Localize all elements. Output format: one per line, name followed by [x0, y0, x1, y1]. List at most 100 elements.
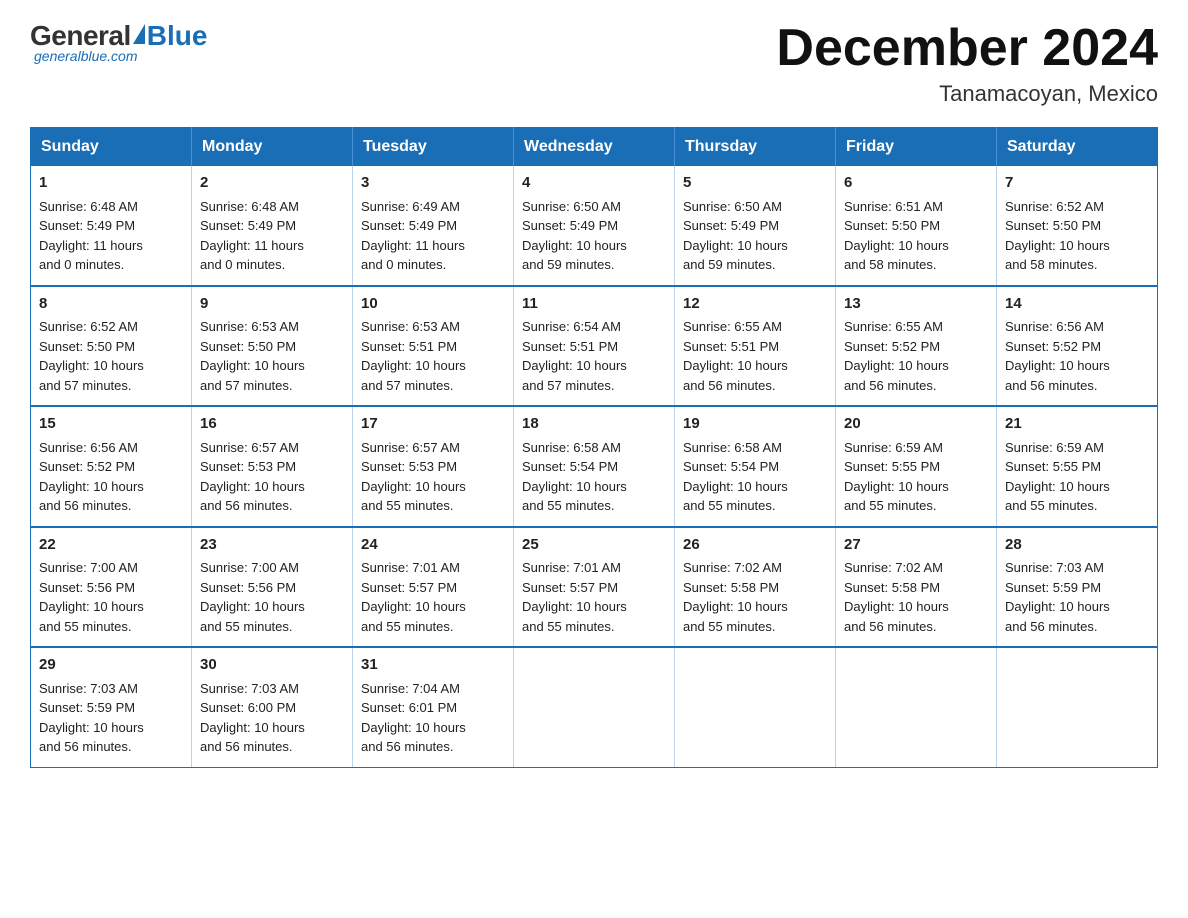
- page-header: General Blue generalblue.com December 20…: [30, 20, 1158, 107]
- calendar-cell: 1 Sunrise: 6:48 AMSunset: 5:49 PMDaylight…: [31, 166, 192, 286]
- day-number: 8: [39, 293, 183, 316]
- day-info: Sunrise: 7:02 AMSunset: 5:58 PMDaylight:…: [844, 560, 949, 634]
- day-info: Sunrise: 6:57 AMSunset: 5:53 PMDaylight:…: [361, 440, 466, 514]
- location-title: Tanamacoyan, Mexico: [776, 81, 1158, 107]
- header-friday: Friday: [836, 128, 997, 167]
- month-title: December 2024: [776, 20, 1158, 77]
- day-info: Sunrise: 6:54 AMSunset: 5:51 PMDaylight:…: [522, 319, 627, 393]
- day-number: 2: [200, 172, 344, 195]
- day-number: 14: [1005, 293, 1149, 316]
- day-info: Sunrise: 7:03 AMSunset: 6:00 PMDaylight:…: [200, 681, 305, 755]
- calendar-cell: 11 Sunrise: 6:54 AMSunset: 5:51 PMDayligh…: [514, 286, 675, 407]
- calendar-cell: [514, 647, 675, 767]
- calendar-cell: 6Sunrise: 6:51 AMSunset: 5:50 PMDaylight…: [836, 166, 997, 286]
- day-info: Sunrise: 6:52 AMSunset: 5:50 PMDaylight:…: [39, 319, 144, 393]
- calendar-cell: 21Sunrise: 6:59 AMSunset: 5:55 PMDayligh…: [997, 406, 1158, 527]
- day-info: Sunrise: 7:01 AMSunset: 5:57 PMDaylight:…: [361, 560, 466, 634]
- day-number: 4: [522, 172, 666, 195]
- calendar-cell: 9 Sunrise: 6:53 AMSunset: 5:50 PMDaylight…: [192, 286, 353, 407]
- header-thursday: Thursday: [675, 128, 836, 167]
- day-info: Sunrise: 7:04 AMSunset: 6:01 PMDaylight:…: [361, 681, 466, 755]
- day-info: Sunrise: 6:53 AMSunset: 5:50 PMDaylight:…: [200, 319, 305, 393]
- day-number: 1: [39, 172, 183, 195]
- header-tuesday: Tuesday: [353, 128, 514, 167]
- calendar-cell: 19 Sunrise: 6:58 AMSunset: 5:54 PMDayligh…: [675, 406, 836, 527]
- logo: General Blue generalblue.com: [30, 20, 207, 64]
- day-info: Sunrise: 6:48 AMSunset: 5:49 PMDaylight:…: [200, 199, 304, 273]
- calendar-cell: 15Sunrise: 6:56 AMSunset: 5:52 PMDayligh…: [31, 406, 192, 527]
- header-saturday: Saturday: [997, 128, 1158, 167]
- calendar-cell: 20 Sunrise: 6:59 AMSunset: 5:55 PMDayligh…: [836, 406, 997, 527]
- day-number: 16: [200, 413, 344, 436]
- calendar-week-row: 22Sunrise: 7:00 AMSunset: 5:56 PMDayligh…: [31, 527, 1158, 648]
- logo-blue-text: Blue: [147, 20, 208, 52]
- day-number: 9: [200, 293, 344, 316]
- day-number: 31: [361, 654, 505, 677]
- day-number: 26: [683, 534, 827, 557]
- day-info: Sunrise: 6:53 AMSunset: 5:51 PMDaylight:…: [361, 319, 466, 393]
- calendar-cell: 24 Sunrise: 7:01 AMSunset: 5:57 PMDayligh…: [353, 527, 514, 648]
- calendar-cell: 22Sunrise: 7:00 AMSunset: 5:56 PMDayligh…: [31, 527, 192, 648]
- title-block: December 2024 Tanamacoyan, Mexico: [776, 20, 1158, 107]
- day-info: Sunrise: 6:49 AMSunset: 5:49 PMDaylight:…: [361, 199, 465, 273]
- day-info: Sunrise: 6:48 AMSunset: 5:49 PMDaylight:…: [39, 199, 143, 273]
- day-number: 3: [361, 172, 505, 195]
- day-number: 21: [1005, 413, 1149, 436]
- day-info: Sunrise: 6:58 AMSunset: 5:54 PMDaylight:…: [683, 440, 788, 514]
- calendar-cell: 5Sunrise: 6:50 AMSunset: 5:49 PMDaylight…: [675, 166, 836, 286]
- day-number: 6: [844, 172, 988, 195]
- day-info: Sunrise: 7:03 AMSunset: 5:59 PMDaylight:…: [39, 681, 144, 755]
- calendar-cell: 27 Sunrise: 7:02 AMSunset: 5:58 PMDayligh…: [836, 527, 997, 648]
- day-number: 19: [683, 413, 827, 436]
- calendar-cell: [836, 647, 997, 767]
- day-info: Sunrise: 7:03 AMSunset: 5:59 PMDaylight:…: [1005, 560, 1110, 634]
- day-number: 30: [200, 654, 344, 677]
- header-sunday: Sunday: [31, 128, 192, 167]
- calendar-cell: 18 Sunrise: 6:58 AMSunset: 5:54 PMDayligh…: [514, 406, 675, 527]
- day-number: 20: [844, 413, 988, 436]
- day-info: Sunrise: 6:52 AMSunset: 5:50 PMDaylight:…: [1005, 199, 1110, 273]
- calendar-cell: 16 Sunrise: 6:57 AMSunset: 5:53 PMDayligh…: [192, 406, 353, 527]
- day-info: Sunrise: 6:59 AMSunset: 5:55 PMDaylight:…: [844, 440, 949, 514]
- day-info: Sunrise: 6:57 AMSunset: 5:53 PMDaylight:…: [200, 440, 305, 514]
- day-info: Sunrise: 7:01 AMSunset: 5:57 PMDaylight:…: [522, 560, 627, 634]
- day-info: Sunrise: 6:56 AMSunset: 5:52 PMDaylight:…: [1005, 319, 1110, 393]
- day-number: 29: [39, 654, 183, 677]
- calendar-cell: [675, 647, 836, 767]
- day-number: 27: [844, 534, 988, 557]
- day-info: Sunrise: 6:55 AMSunset: 5:51 PMDaylight:…: [683, 319, 788, 393]
- day-number: 25: [522, 534, 666, 557]
- day-number: 17: [361, 413, 505, 436]
- day-number: 11: [522, 293, 666, 316]
- calendar-cell: 13 Sunrise: 6:55 AMSunset: 5:52 PMDayligh…: [836, 286, 997, 407]
- calendar-cell: 10 Sunrise: 6:53 AMSunset: 5:51 PMDayligh…: [353, 286, 514, 407]
- calendar-week-row: 1 Sunrise: 6:48 AMSunset: 5:49 PMDaylight…: [31, 166, 1158, 286]
- calendar-cell: 8 Sunrise: 6:52 AMSunset: 5:50 PMDaylight…: [31, 286, 192, 407]
- calendar-header-row: SundayMondayTuesdayWednesdayThursdayFrid…: [31, 128, 1158, 167]
- calendar-cell: 7Sunrise: 6:52 AMSunset: 5:50 PMDaylight…: [997, 166, 1158, 286]
- calendar-cell: 4Sunrise: 6:50 AMSunset: 5:49 PMDaylight…: [514, 166, 675, 286]
- day-info: Sunrise: 6:58 AMSunset: 5:54 PMDaylight:…: [522, 440, 627, 514]
- day-number: 13: [844, 293, 988, 316]
- day-number: 23: [200, 534, 344, 557]
- calendar-cell: 30 Sunrise: 7:03 AMSunset: 6:00 PMDayligh…: [192, 647, 353, 767]
- calendar-cell: 26 Sunrise: 7:02 AMSunset: 5:58 PMDayligh…: [675, 527, 836, 648]
- day-info: Sunrise: 7:00 AMSunset: 5:56 PMDaylight:…: [39, 560, 144, 634]
- day-info: Sunrise: 6:50 AMSunset: 5:49 PMDaylight:…: [683, 199, 788, 273]
- calendar-week-row: 8 Sunrise: 6:52 AMSunset: 5:50 PMDaylight…: [31, 286, 1158, 407]
- logo-subtitle: generalblue.com: [34, 48, 138, 64]
- calendar-week-row: 29 Sunrise: 7:03 AMSunset: 5:59 PMDayligh…: [31, 647, 1158, 767]
- day-info: Sunrise: 7:02 AMSunset: 5:58 PMDaylight:…: [683, 560, 788, 634]
- day-number: 18: [522, 413, 666, 436]
- day-number: 28: [1005, 534, 1149, 557]
- calendar-week-row: 15Sunrise: 6:56 AMSunset: 5:52 PMDayligh…: [31, 406, 1158, 527]
- calendar-cell: 25 Sunrise: 7:01 AMSunset: 5:57 PMDayligh…: [514, 527, 675, 648]
- logo-triangle-icon: [133, 24, 145, 44]
- calendar-cell: 2 Sunrise: 6:48 AMSunset: 5:49 PMDaylight…: [192, 166, 353, 286]
- calendar-cell: 23Sunrise: 7:00 AMSunset: 5:56 PMDayligh…: [192, 527, 353, 648]
- day-info: Sunrise: 6:56 AMSunset: 5:52 PMDaylight:…: [39, 440, 144, 514]
- day-info: Sunrise: 6:55 AMSunset: 5:52 PMDaylight:…: [844, 319, 949, 393]
- day-number: 10: [361, 293, 505, 316]
- day-number: 24: [361, 534, 505, 557]
- calendar-cell: 29 Sunrise: 7:03 AMSunset: 5:59 PMDayligh…: [31, 647, 192, 767]
